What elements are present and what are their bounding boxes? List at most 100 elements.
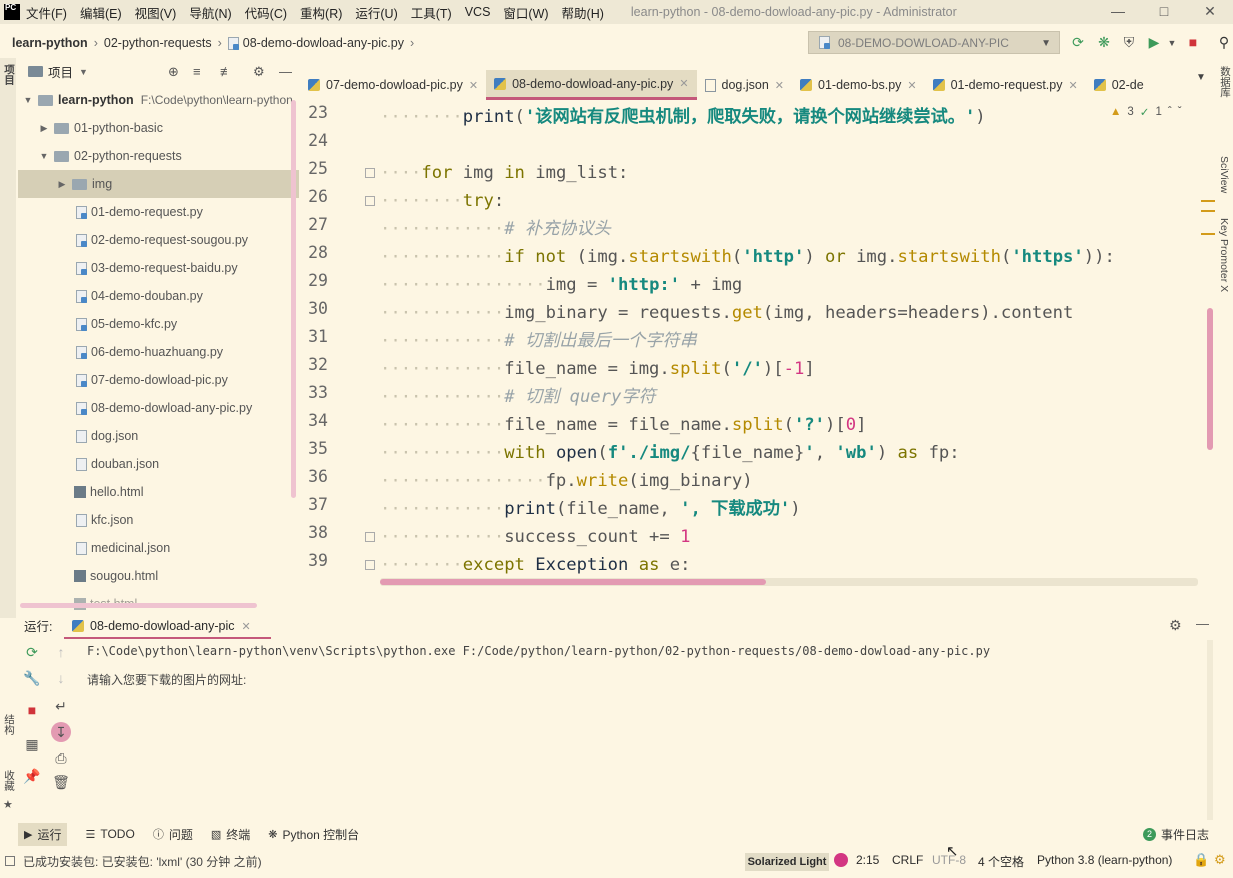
close-icon[interactable]: ✕ xyxy=(1068,79,1077,92)
fold-icon[interactable] xyxy=(365,560,375,570)
star-icon[interactable]: ★ xyxy=(3,798,13,811)
soft-wrap-icon[interactable]: ↵ xyxy=(51,698,71,715)
debug-icon[interactable]: ❋ xyxy=(1095,34,1113,51)
fold-icon[interactable] xyxy=(365,168,375,178)
breadcrumb-project[interactable]: learn-python xyxy=(12,36,88,50)
chevron-down-icon[interactable]: ▼ xyxy=(1196,72,1206,83)
project-title[interactable]: 项目 xyxy=(48,62,73,81)
rerun-icon[interactable]: ⟳ xyxy=(22,644,42,661)
tab-07-demo-dowload-pic[interactable]: 07-demo-dowload-pic.py ✕ xyxy=(300,70,486,100)
menu-run[interactable]: 运行(U) xyxy=(355,3,397,22)
tree-item-file[interactable]: medicinal.json xyxy=(18,534,299,562)
tree-item-file[interactable]: 08-demo-dowload-any-pic.py xyxy=(18,394,299,422)
close-icon[interactable]: ✕ xyxy=(469,79,478,92)
lock-icon[interactable]: 🔒 xyxy=(1193,852,1209,868)
tool-sciview[interactable]: SciView xyxy=(1218,156,1230,193)
collapse-all-icon[interactable]: ≢ xyxy=(220,64,233,79)
tool-run-button[interactable]: ▶ 运行 xyxy=(18,822,68,846)
minimize-icon[interactable]: — xyxy=(1095,0,1141,24)
editor-horizontal-scrollbar[interactable] xyxy=(380,579,766,585)
close-icon[interactable]: ✕ xyxy=(775,79,784,92)
maximize-icon[interactable]: □ xyxy=(1141,0,1187,24)
expand-all-icon[interactable]: ≡ xyxy=(193,64,201,79)
menu-help[interactable]: 帮助(H) xyxy=(562,3,604,22)
tab-08-demo-dowload-any-pic[interactable]: 08-demo-dowload-any-pic.py ✕ xyxy=(486,70,697,100)
tree-item-file[interactable]: 06-demo-huazhuang.py xyxy=(18,338,299,366)
stop-icon[interactable]: ■ xyxy=(22,702,42,718)
tree-item-file[interactable]: hello.html xyxy=(18,478,299,506)
tool-structure[interactable]: 结构 xyxy=(2,714,17,735)
project-horizontal-scrollbar[interactable] xyxy=(20,603,257,608)
fold-icon[interactable] xyxy=(365,196,375,206)
tree-item-file[interactable]: dog.json xyxy=(18,422,299,450)
menu-edit[interactable]: 编辑(E) xyxy=(80,3,122,22)
tree-item-file[interactable]: douban.json xyxy=(18,450,299,478)
tab-02-de[interactable]: 02-de xyxy=(1086,70,1144,100)
breadcrumb-folder[interactable]: 02-python-requests xyxy=(104,36,212,50)
fold-icon[interactable] xyxy=(365,532,375,542)
hide-icon[interactable]: — xyxy=(279,64,292,79)
tree-item-file[interactable]: 03-demo-request-baidu.py xyxy=(18,254,299,282)
menu-vcs[interactable]: VCS xyxy=(465,5,491,19)
search-icon[interactable]: ⚲ xyxy=(1215,34,1233,51)
tree-item-file[interactable]: 02-demo-request-sougou.py xyxy=(18,226,299,254)
tree-item-02-python-requests[interactable]: ▼ 02-python-requests xyxy=(18,142,299,170)
tool-todo-button[interactable]: ☰ TODO xyxy=(85,827,134,841)
tool-favorites[interactable]: 收藏 xyxy=(2,770,17,791)
layout-icon[interactable]: ▦ xyxy=(22,736,42,753)
run-tab[interactable]: 08-demo-dowload-any-pic ✕ xyxy=(64,615,271,639)
stop-icon[interactable]: ■ xyxy=(1184,34,1202,50)
tab-dog-json[interactable]: dog.json ✕ xyxy=(697,70,792,100)
menu-tools[interactable]: 工具(T) xyxy=(411,3,452,22)
breadcrumb-file[interactable]: 08-demo-dowload-any-pic.py xyxy=(243,36,404,50)
memory-indicator-icon[interactable] xyxy=(834,853,848,867)
menu-refactor[interactable]: 重构(R) xyxy=(300,3,342,22)
tree-item-file[interactable]: 07-demo-dowload-pic.py xyxy=(18,366,299,394)
coverage-icon[interactable]: ⛨ xyxy=(1120,34,1138,51)
wrench-icon[interactable]: 🔧 xyxy=(22,670,42,687)
cursor-position[interactable]: 2:15 xyxy=(856,853,879,867)
gear-icon[interactable]: ⚙ xyxy=(1169,617,1182,634)
line-separator[interactable]: CRLF xyxy=(892,853,923,867)
close-icon[interactable]: ✕ xyxy=(907,79,916,92)
editor-vertical-scrollbar[interactable] xyxy=(1207,308,1213,450)
tree-item-01-python-basic[interactable]: ▶ 01-python-basic xyxy=(18,114,299,142)
close-window-icon[interactable]: ✕ xyxy=(1187,0,1233,24)
locate-icon[interactable]: ⊕ xyxy=(168,64,179,80)
close-icon[interactable]: ✕ xyxy=(679,77,688,90)
event-log-button[interactable]: 2 事件日志 xyxy=(1143,826,1209,843)
indent-setting[interactable]: 4 个空格 xyxy=(978,853,1024,870)
trash-icon[interactable]: 🗑 xyxy=(51,774,71,791)
warning-marker[interactable] xyxy=(1201,200,1215,202)
profile-icon[interactable]: ▶ xyxy=(1145,34,1163,51)
tree-item-file[interactable]: 01-demo-request.py xyxy=(18,198,299,226)
menu-code[interactable]: 代码(C) xyxy=(245,3,287,22)
run-console[interactable]: F:\Code\python\learn-python\venv\Scripts… xyxy=(87,640,1197,820)
tool-problems-button[interactable]: ⓘ 问题 xyxy=(153,826,193,843)
gear-icon[interactable]: ⚙ xyxy=(253,64,265,80)
tree-root[interactable]: ▼ learn-python F:\Code\python\learn-pyth… xyxy=(18,86,299,114)
hide-icon[interactable]: — xyxy=(1196,616,1209,631)
tool-database[interactable]: 数据库 xyxy=(1218,66,1233,98)
tree-item-file[interactable]: 04-demo-douban.py xyxy=(18,282,299,310)
menu-view[interactable]: 视图(V) xyxy=(135,3,177,22)
tool-terminal-button[interactable]: ▧ 终端 xyxy=(211,826,250,843)
menu-window[interactable]: 窗口(W) xyxy=(503,3,548,22)
menu-navigate[interactable]: 导航(N) xyxy=(189,3,231,22)
chevron-down-icon[interactable]: ▼ xyxy=(79,67,88,77)
toggle-tool-windows-icon[interactable] xyxy=(5,856,15,866)
tree-item-file[interactable]: kfc.json xyxy=(18,506,299,534)
arrow-down-icon[interactable]: ↓ xyxy=(51,670,71,686)
tool-project[interactable]: 项目 xyxy=(2,64,17,85)
print-icon[interactable]: ⎙ xyxy=(51,750,71,767)
close-icon[interactable]: ✕ xyxy=(242,620,251,633)
status-message[interactable]: 已成功安装包: 已安装包: 'lxml' (30 分钟 之前) xyxy=(23,853,262,870)
warning-marker[interactable] xyxy=(1201,210,1215,212)
tab-01-demo-request[interactable]: 01-demo-request.py ✕ xyxy=(925,70,1086,100)
console-scrollbar[interactable] xyxy=(1207,640,1213,820)
project-vertical-scrollbar[interactable] xyxy=(291,100,296,498)
pin-icon[interactable]: 📌 xyxy=(22,768,42,785)
menu-file[interactable]: 文件(F) xyxy=(26,3,67,22)
chevron-down-icon[interactable]: ▼ xyxy=(1163,38,1181,48)
theme-badge[interactable]: Solarized Light xyxy=(745,853,829,871)
